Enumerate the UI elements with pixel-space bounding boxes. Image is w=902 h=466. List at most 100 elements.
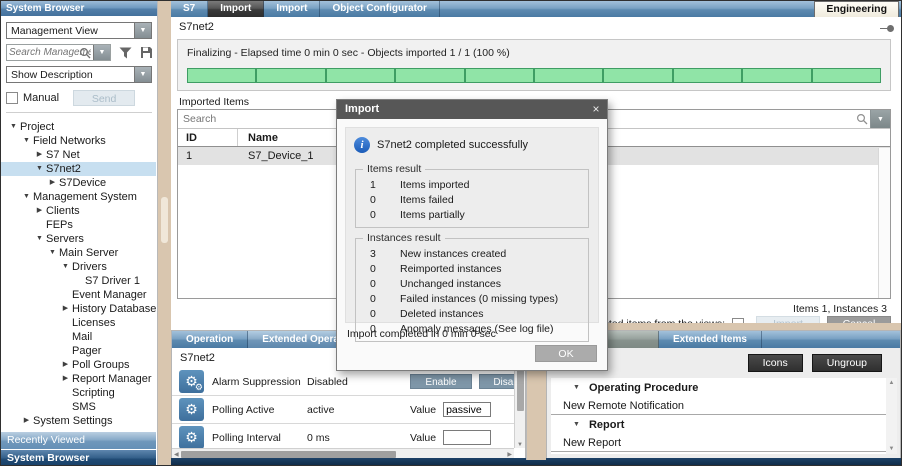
tree-item-s7net2[interactable]: ▼S7net2 — [1, 162, 156, 176]
scroll-down-icon[interactable]: ▼ — [517, 442, 523, 448]
tree-item-mail[interactable]: Mail — [1, 330, 156, 344]
save-icon[interactable] — [140, 46, 153, 60]
chevron-down-icon[interactable]: ▼ — [46, 246, 59, 260]
tree-item-label: S7net2 — [46, 162, 81, 176]
value-input[interactable] — [443, 430, 491, 445]
chevron-right-icon[interactable]: ▶ — [33, 148, 46, 162]
tree-item-report-manager[interactable]: ▶Report Manager — [1, 372, 156, 386]
tree-item-pager[interactable]: Pager — [1, 344, 156, 358]
dialog-title-bar[interactable]: Import × — [337, 100, 607, 119]
progress-segment — [813, 69, 880, 82]
tab-engineering[interactable]: Engineering — [814, 1, 899, 17]
chevron-right-icon[interactable]: ▶ — [59, 358, 72, 372]
result-count: 0 — [356, 277, 400, 292]
send-button[interactable]: Send — [73, 90, 135, 106]
chevron-down-icon[interactable]: ▼ — [20, 190, 33, 204]
tree-item-clients[interactable]: ▶Clients — [1, 204, 156, 218]
vertical-splitter[interactable] — [158, 1, 171, 466]
tab-extended-items[interactable]: Extended Items — [659, 331, 762, 348]
show-description-dropdown[interactable]: Show Description ▼ — [6, 66, 152, 83]
chevron-down-icon[interactable]: ▼ — [33, 232, 46, 246]
tab-operation[interactable]: Operation — [172, 331, 248, 348]
tree-item-scripting[interactable]: Scripting — [1, 386, 156, 400]
tree-item-system-settings[interactable]: ▶System Settings — [1, 414, 156, 427]
management-view-dropdown[interactable]: Management View ▼ — [6, 22, 152, 39]
chevron-right-icon[interactable]: ▶ — [33, 204, 46, 218]
disable-button[interactable]: Disable — [479, 374, 514, 389]
scroll-up-icon[interactable]: ▲ — [889, 380, 895, 386]
chevron-down-icon[interactable]: ▼ — [870, 110, 890, 128]
chevron-down-icon[interactable]: ▼ — [134, 67, 151, 82]
splitter-handle[interactable] — [161, 197, 168, 243]
scroll-down-icon[interactable]: ▼ — [889, 446, 895, 452]
close-icon[interactable]: × — [585, 100, 607, 119]
tree-item-project[interactable]: ▼Project — [1, 120, 156, 134]
filter-icon[interactable] — [119, 46, 132, 60]
recently-viewed-bar[interactable]: Recently Viewed — [1, 432, 156, 449]
result-row: 0Deleted instances — [356, 307, 588, 322]
tree-item-history-database[interactable]: ▶History Database — [1, 302, 156, 316]
chevron-down-icon[interactable]: ▼ — [573, 384, 580, 391]
chevron-right-icon[interactable]: ▶ — [20, 414, 33, 427]
tree-item-label: Drivers — [72, 260, 107, 274]
result-label: Items imported — [400, 178, 469, 193]
pin-icon[interactable] — [880, 25, 894, 32]
tab-import[interactable]: Import — [208, 1, 264, 17]
ok-button[interactable]: OK — [535, 345, 597, 362]
operation-panel-title: S7net2 — [180, 352, 215, 364]
list-item-new-report[interactable]: New Report — [551, 434, 886, 452]
tree-item-event-manager[interactable]: Event Manager — [1, 288, 156, 302]
system-browser-bar[interactable]: System Browser — [1, 450, 156, 466]
tree-item-field-networks[interactable]: ▼Field Networks — [1, 134, 156, 148]
chevron-down-icon[interactable]: ▼ — [573, 421, 580, 428]
operation-row-polling-active: ⚙Polling ActiveactiveValue — [172, 396, 514, 424]
tab-object-configurator[interactable]: Object Configurator — [320, 1, 439, 17]
icons-button[interactable]: Icons — [748, 354, 803, 372]
result-row: 3New instances created — [356, 247, 588, 262]
tab-s7[interactable]: S7 — [171, 1, 208, 17]
result-row: 0Unchanged instances — [356, 277, 588, 292]
tree-item-feps[interactable]: FEPs — [1, 218, 156, 232]
tree-item-sms[interactable]: SMS — [1, 400, 156, 414]
top-tab-bar: S7ImportImportObject ConfiguratorEnginee… — [171, 1, 901, 17]
value-input[interactable] — [443, 402, 491, 417]
chevron-down-icon[interactable]: ▼ — [20, 134, 33, 148]
list-item-new-remote-notification[interactable]: New Remote Notification — [551, 397, 886, 415]
progress-bar — [187, 68, 881, 83]
tree-item-management-system[interactable]: ▼Management System — [1, 190, 156, 204]
manual-checkbox[interactable] — [6, 92, 18, 104]
operation-controls: Enable Disable — [410, 374, 514, 389]
chevron-right-icon[interactable]: ▶ — [59, 302, 72, 316]
tree-item-s7device[interactable]: ▶S7Device — [1, 176, 156, 190]
group-header-label: Operating Procedure — [589, 382, 698, 394]
tree-item-licenses[interactable]: Licenses — [1, 316, 156, 330]
instances-result-group: Instances result 3New instances created0… — [355, 238, 589, 342]
operation-value: active — [307, 404, 369, 416]
scroll-left-icon[interactable]: ◀ — [174, 451, 179, 458]
chevron-right-icon[interactable]: ▶ — [46, 176, 59, 190]
table-vertical-scrollbar[interactable] — [878, 148, 890, 298]
chevron-right-icon[interactable]: ▶ — [59, 372, 72, 386]
group-header-operating-procedure[interactable]: ▼ Operating Procedure — [551, 378, 886, 397]
vertical-scrollbar[interactable]: ▲ ▼ — [886, 378, 897, 454]
scroll-right-icon[interactable]: ▶ — [507, 451, 512, 458]
tree-item-drivers[interactable]: ▼Drivers — [1, 260, 156, 274]
chevron-down-icon[interactable]: ▼ — [7, 120, 20, 134]
tree-item-main-server[interactable]: ▼Main Server — [1, 246, 156, 260]
sidebar-search-box[interactable]: ▼ — [6, 44, 111, 61]
chevron-down-icon[interactable]: ▼ — [33, 162, 46, 176]
enable-button[interactable]: Enable — [410, 374, 472, 389]
tree-item-s7-net[interactable]: ▶S7 Net — [1, 148, 156, 162]
chevron-down-icon[interactable]: ▼ — [59, 260, 72, 274]
chevron-down-icon[interactable]: ▼ — [134, 23, 151, 38]
tab-bar-spacer — [762, 331, 900, 348]
tree-item-poll-groups[interactable]: ▶Poll Groups — [1, 358, 156, 372]
tree-item-s7-driver-1[interactable]: S7 Driver 1 — [1, 274, 156, 288]
group-header-report[interactable]: ▼Report — [551, 415, 886, 434]
column-header-id[interactable]: ID — [178, 129, 238, 146]
chevron-down-icon[interactable]: ▼ — [93, 45, 110, 60]
tab-import[interactable]: Import — [264, 1, 320, 17]
ungroup-button[interactable]: Ungroup — [812, 354, 882, 372]
tree-item-servers[interactable]: ▼Servers — [1, 232, 156, 246]
scrollbar-thumb[interactable] — [181, 451, 396, 458]
